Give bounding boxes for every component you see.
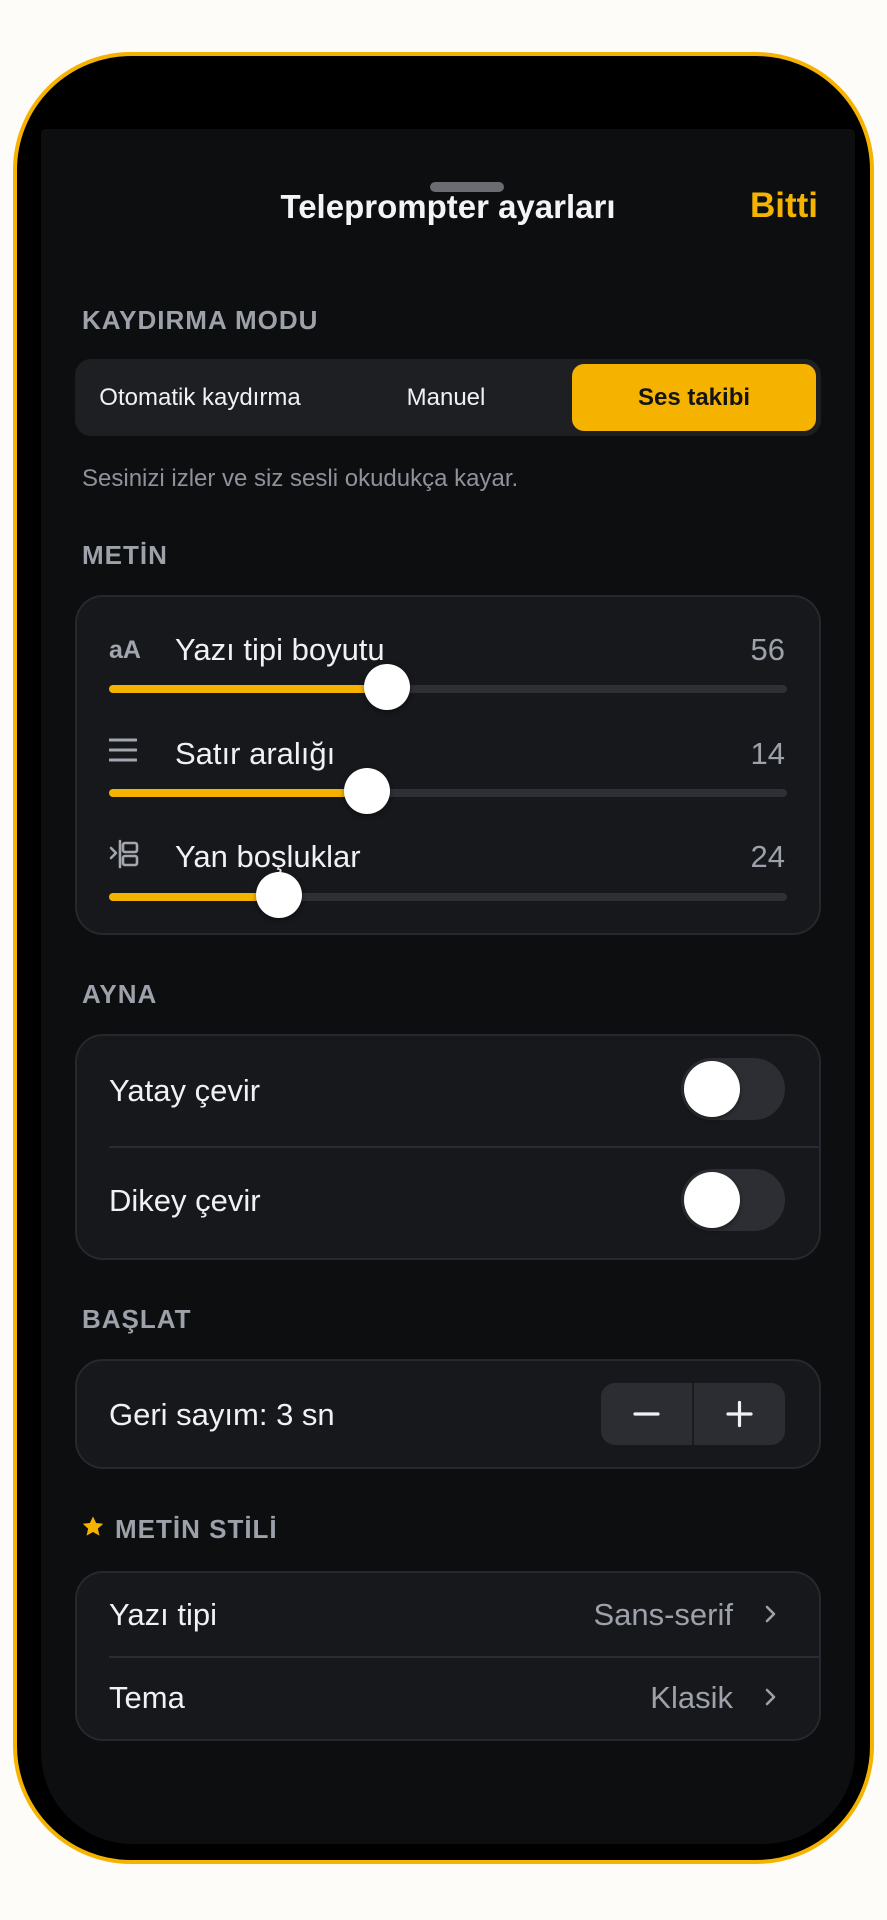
flip-horizontal-toggle-knob xyxy=(684,1061,740,1117)
flip-vertical-toggle[interactable] xyxy=(681,1169,785,1231)
phone-frame: Teleprompter ayarları Bitti KAYDIRMA MOD… xyxy=(13,52,874,1864)
star-icon xyxy=(82,1516,104,1536)
scroll-mode-helper-text: Sesinizi izler ve siz sesli okudukça kay… xyxy=(82,465,519,492)
flip-horizontal-toggle[interactable] xyxy=(681,1058,785,1120)
line-spacing-slider[interactable] xyxy=(109,768,787,814)
countdown-stepper xyxy=(601,1383,785,1445)
font-family-row[interactable]: Yazı tipi Sans-serif xyxy=(77,1573,819,1656)
countdown-decrement-button[interactable] xyxy=(601,1383,692,1445)
row-divider xyxy=(109,1146,819,1148)
font-size-label: Yazı tipi boyutu xyxy=(175,632,385,667)
flip-vertical-label: Dikey çevir xyxy=(109,1183,261,1218)
start-settings-card: Geri sayım: 3 sn xyxy=(75,1359,821,1469)
theme-row[interactable]: Tema Klasik xyxy=(77,1658,819,1739)
done-button[interactable]: Bitti xyxy=(750,185,818,227)
line-spacing-icon xyxy=(109,738,137,762)
section-title-scroll-mode: KAYDIRMA MODU xyxy=(82,305,319,335)
mirror-settings-card: Yatay çevir Dikey çevir xyxy=(75,1034,821,1260)
side-margins-value: 24 xyxy=(750,839,785,874)
chevron-right-icon xyxy=(765,1688,776,1706)
segment-manual[interactable]: Manuel xyxy=(320,364,572,431)
segment-auto-scroll[interactable]: Otomatik kaydırma xyxy=(80,364,320,431)
plus-icon xyxy=(726,1400,753,1428)
section-title-start: BAŞLAT xyxy=(82,1304,192,1334)
line-spacing-slider-fill xyxy=(109,789,367,797)
font-size-icon: aA xyxy=(109,636,141,664)
line-spacing-value: 14 xyxy=(750,736,785,771)
scroll-mode-segmented-control: Otomatik kaydırma Manuel Ses takibi xyxy=(75,359,821,436)
font-family-value: Sans-serif xyxy=(593,1597,733,1632)
flip-vertical-toggle-knob xyxy=(684,1172,740,1228)
text-style-card: Yazı tipi Sans-serif Tema Klasik xyxy=(75,1571,821,1741)
settings-sheet: Teleprompter ayarları Bitti KAYDIRMA MOD… xyxy=(41,129,855,1844)
text-settings-card: aA Yazı tipi boyutu 56 Satır aralığı 14 xyxy=(75,595,821,935)
section-title-mirror: AYNA xyxy=(82,979,158,1009)
side-margins-slider-fill xyxy=(109,893,279,901)
font-family-label: Yazı tipi xyxy=(109,1597,217,1632)
theme-label: Tema xyxy=(109,1680,185,1715)
segment-voice-tracking[interactable]: Ses takibi xyxy=(572,364,816,431)
side-margins-slider[interactable] xyxy=(109,872,787,918)
font-size-value: 56 xyxy=(750,632,785,667)
minus-icon xyxy=(633,1412,660,1416)
line-spacing-slider-thumb[interactable] xyxy=(343,768,390,814)
line-spacing-label: Satır aralığı xyxy=(175,736,336,771)
side-margins-slider-thumb[interactable] xyxy=(255,872,302,918)
page-title: Teleprompter ayarları xyxy=(280,188,616,225)
chevron-right-icon xyxy=(765,1605,776,1623)
font-size-slider-thumb[interactable] xyxy=(363,664,410,710)
section-title-text-style: METİN STİLİ xyxy=(115,1514,278,1544)
countdown-label: Geri sayım: 3 sn xyxy=(109,1397,335,1432)
side-margins-icon xyxy=(109,839,139,869)
section-title-text: METİN xyxy=(82,540,168,570)
side-margins-label: Yan boşluklar xyxy=(175,839,361,874)
theme-value: Klasik xyxy=(650,1680,733,1715)
countdown-increment-button[interactable] xyxy=(694,1383,785,1445)
flip-horizontal-label: Yatay çevir xyxy=(109,1073,261,1108)
font-size-slider-fill xyxy=(109,685,387,693)
font-size-slider[interactable] xyxy=(109,664,787,710)
